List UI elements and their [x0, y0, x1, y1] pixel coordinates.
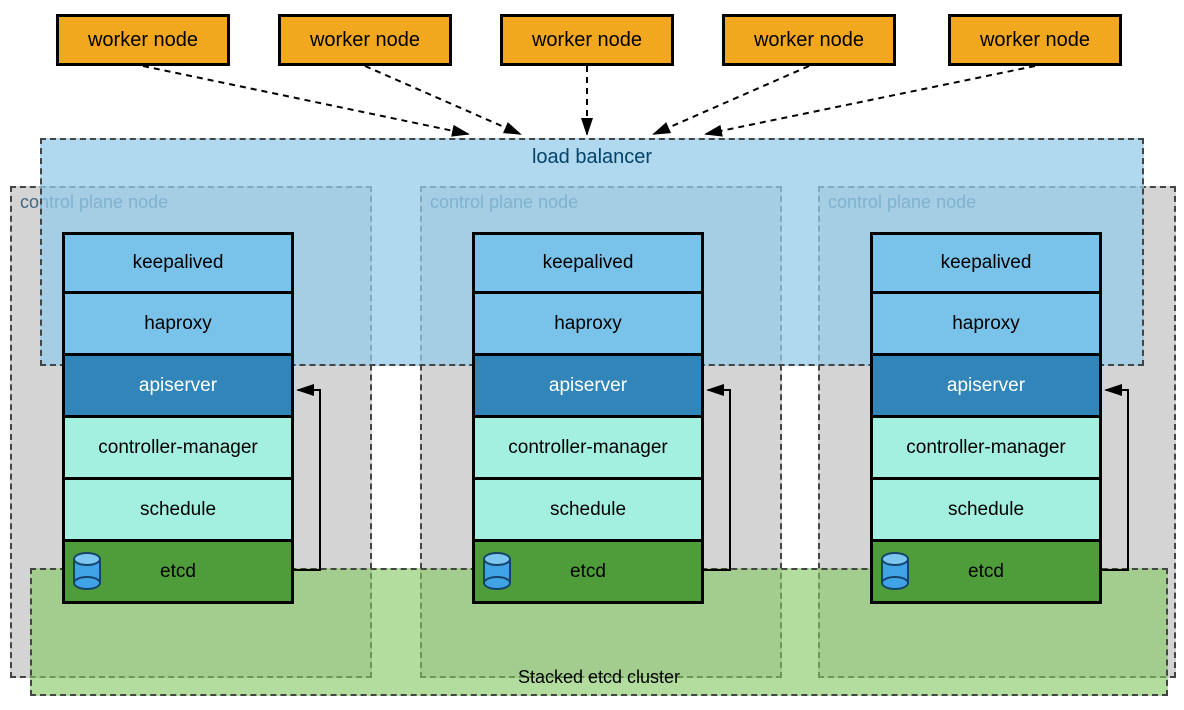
component-stack: keepalived haproxy apiserver controller-…: [870, 232, 1102, 604]
etcd-label: etcd: [570, 561, 606, 583]
etcd-label: etcd: [968, 561, 1004, 583]
etcd-box: etcd: [62, 542, 294, 604]
worker-node: worker node: [278, 14, 452, 66]
component-stack: keepalived haproxy apiserver controller-…: [62, 232, 294, 604]
etcd-label: etcd: [160, 561, 196, 583]
keepalived-box: keepalived: [870, 232, 1102, 294]
apiserver-box: apiserver: [472, 356, 704, 418]
worker-node: worker node: [56, 14, 230, 66]
database-icon: [483, 552, 511, 590]
schedule-box: schedule: [870, 480, 1102, 542]
haproxy-box: haproxy: [870, 294, 1102, 356]
worker-node: worker node: [722, 14, 896, 66]
worker-node: worker node: [500, 14, 674, 66]
haproxy-box: haproxy: [472, 294, 704, 356]
etcd-cluster-label: Stacked etcd cluster: [518, 667, 680, 688]
schedule-box: schedule: [62, 480, 294, 542]
controller-manager-box: controller-manager: [62, 418, 294, 480]
etcd-box: etcd: [870, 542, 1102, 604]
database-icon: [73, 552, 101, 590]
load-balancer-label: load balancer: [532, 146, 652, 169]
etcd-box: etcd: [472, 542, 704, 604]
schedule-box: schedule: [472, 480, 704, 542]
worker-node: worker node: [948, 14, 1122, 66]
controller-manager-box: controller-manager: [870, 418, 1102, 480]
component-stack: keepalived haproxy apiserver controller-…: [472, 232, 704, 604]
keepalived-box: keepalived: [62, 232, 294, 294]
controller-manager-box: controller-manager: [472, 418, 704, 480]
apiserver-box: apiserver: [62, 356, 294, 418]
haproxy-box: haproxy: [62, 294, 294, 356]
apiserver-box: apiserver: [870, 356, 1102, 418]
keepalived-box: keepalived: [472, 232, 704, 294]
database-icon: [881, 552, 909, 590]
